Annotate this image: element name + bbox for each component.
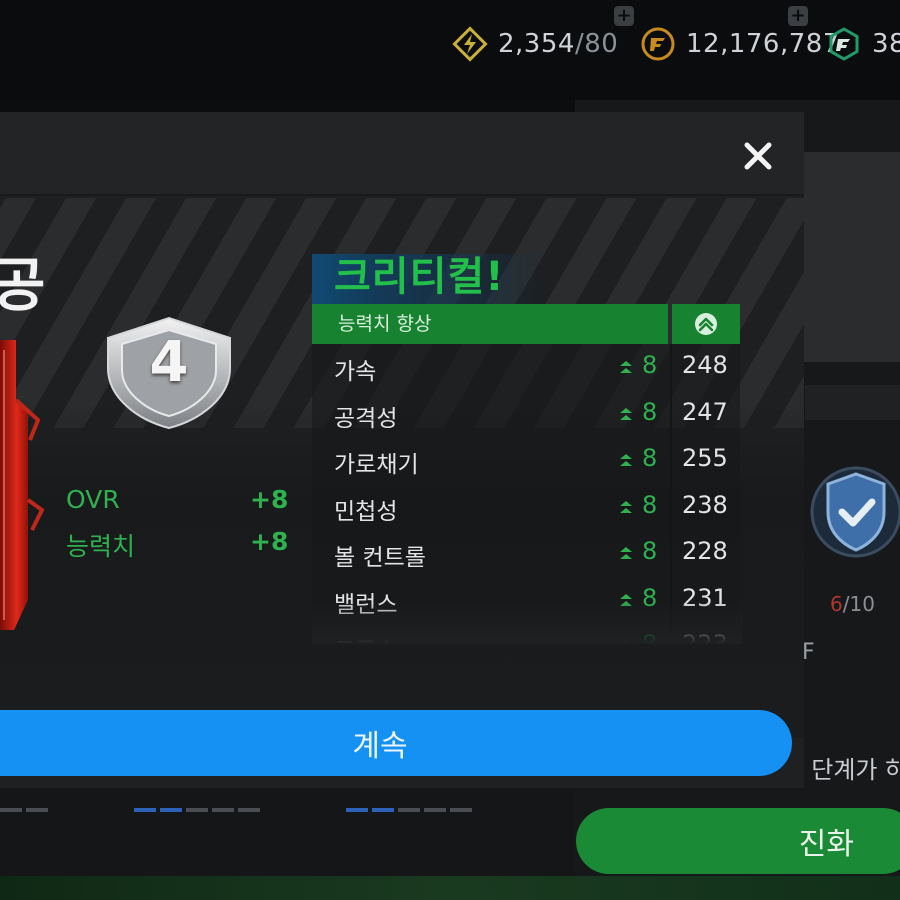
stage-text: · 단계가 하 bbox=[796, 756, 900, 784]
energy-max: /80 bbox=[574, 29, 619, 59]
stat-delta: +8 bbox=[250, 527, 289, 556]
stat-row: 공격성 8 247 bbox=[312, 391, 740, 438]
stat-table[interactable]: 가속8248공격성8247가로채기8255민첩성8238볼 컨트롤8228밸런스… bbox=[312, 344, 740, 644]
player-card-edge bbox=[0, 340, 45, 640]
stat-total: 238 bbox=[682, 490, 728, 519]
point-display: 38 bbox=[826, 22, 900, 66]
ovr-label: OVR bbox=[66, 485, 120, 514]
stat-increase: 8 bbox=[642, 397, 658, 426]
stat-increase: 8 bbox=[642, 444, 658, 472]
stat-name: 볼 컨트롤 bbox=[334, 545, 426, 571]
shield-check-icon bbox=[808, 462, 900, 562]
point-value: 38 bbox=[872, 29, 900, 59]
coin-display: 12,176,787 bbox=[640, 22, 840, 66]
currency-bar: + + 2,354/80 12,176,787 38 bbox=[0, 0, 900, 100]
lightning-bolt-icon bbox=[452, 26, 488, 62]
evolution-progress: 6/10 bbox=[830, 592, 875, 616]
stat-name: 가속 bbox=[334, 359, 377, 385]
energy-display: 2,354/80 bbox=[452, 22, 618, 66]
stat-name: 가로채기 bbox=[334, 452, 419, 478]
increase-arrow-icon bbox=[620, 547, 632, 559]
energy-value: 2,354 bbox=[498, 29, 575, 59]
stat-total: 228 bbox=[682, 537, 728, 565]
level-badge: 4 bbox=[100, 312, 238, 432]
modal-header bbox=[0, 112, 804, 196]
fc-point-icon bbox=[826, 26, 862, 62]
increase-arrow-icon bbox=[620, 407, 632, 420]
pitch-strip bbox=[0, 876, 900, 900]
stat-row: 가로채기 8 255 bbox=[312, 437, 740, 484]
stat-total: 255 bbox=[682, 444, 728, 472]
evolve-button[interactable]: 진화 bbox=[576, 808, 900, 874]
level-number: 4 bbox=[149, 330, 189, 395]
ovr-delta: +8 bbox=[250, 485, 289, 514]
stat-total: 248 bbox=[682, 351, 728, 379]
critical-text: 크리티컬! bbox=[334, 254, 505, 300]
increase-arrow-icon bbox=[620, 454, 632, 466]
increase-arrow-icon bbox=[620, 361, 632, 373]
stat-row: 민첩성 8 238 bbox=[312, 484, 740, 531]
stat-total: 247 bbox=[682, 397, 728, 426]
page-dots-1 bbox=[0, 808, 48, 812]
page-dots-2 bbox=[134, 808, 260, 812]
stat-table-header: 능력치 향상 bbox=[312, 304, 740, 344]
result-title: 공 bbox=[0, 251, 46, 319]
stat-row: 볼 컨트롤 8 228 bbox=[312, 530, 740, 577]
double-chevron-up-icon bbox=[672, 304, 740, 344]
stat-name: 공격성 bbox=[334, 405, 398, 432]
fc-coin-icon bbox=[640, 26, 676, 62]
continue-button[interactable]: 계속 bbox=[0, 710, 792, 776]
stat-increase: 8 bbox=[642, 490, 658, 519]
stat-name: 민첩성 bbox=[334, 498, 398, 525]
stat-label: 능력치 bbox=[66, 532, 136, 561]
stat-row: 가속 8 248 bbox=[312, 344, 740, 391]
page-dots-3 bbox=[346, 808, 472, 812]
stat-increase: 8 bbox=[642, 537, 658, 565]
table-header-label: 능력치 향상 bbox=[312, 304, 668, 344]
coin-value: 12,176,787 bbox=[686, 29, 840, 59]
close-icon[interactable] bbox=[740, 138, 776, 174]
increase-arrow-icon bbox=[620, 500, 632, 513]
stat-increase: 8 bbox=[642, 351, 658, 379]
